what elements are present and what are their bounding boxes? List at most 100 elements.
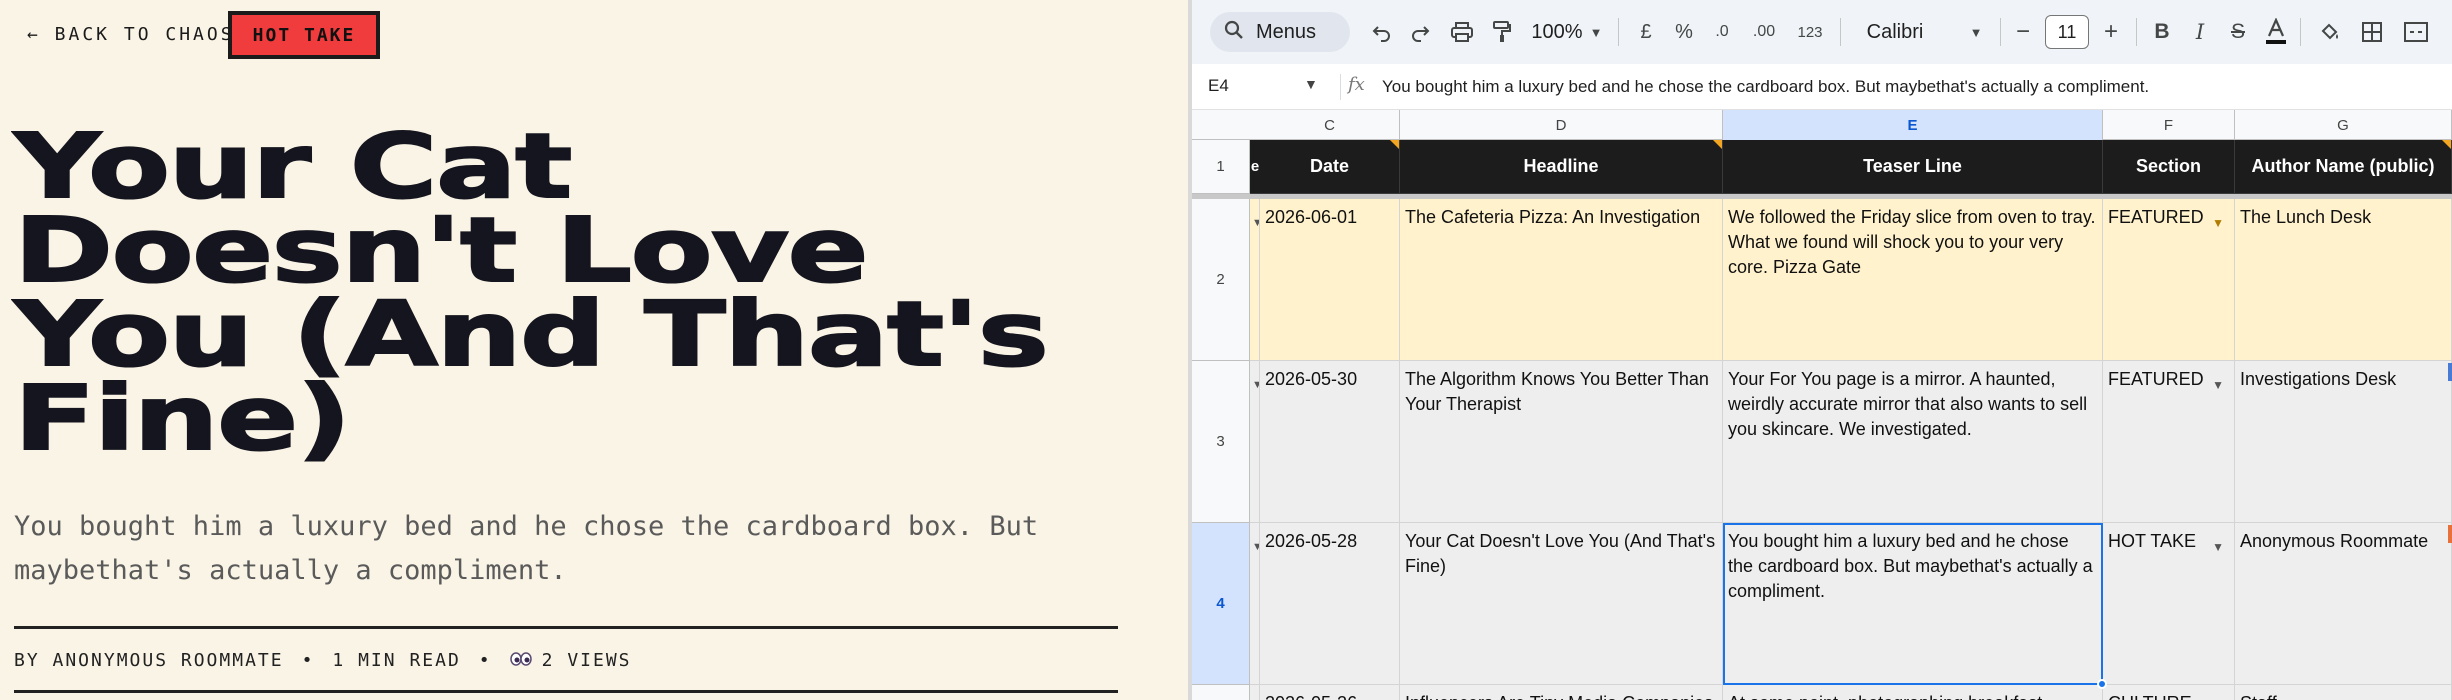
header-cell[interactable]: Teaser Line	[1723, 140, 2103, 194]
dropdown-chevron-icon[interactable]: ▼	[2212, 373, 2224, 398]
column-header-c[interactable]: C	[1260, 110, 1400, 140]
fx-icon: fx	[1348, 74, 1365, 95]
strikethrough-icon[interactable]: S	[2220, 14, 2256, 50]
section-cell[interactable]: HOT TAKE ▼	[2103, 523, 2235, 685]
row-header[interactable]: 4	[1192, 523, 1250, 685]
menus-label: Menus	[1256, 20, 1317, 43]
print-icon[interactable]	[1444, 14, 1480, 50]
byline-views: 2 VIEWS	[541, 650, 632, 671]
article-byline: BY ANONYMOUS ROOMMATE • 1 MIN READ • 2 V…	[14, 650, 632, 671]
row-header[interactable]: 3	[1192, 361, 1250, 523]
percent-format-button[interactable]: %	[1670, 14, 1698, 50]
text-color-icon[interactable]	[2258, 14, 2294, 50]
undo-icon[interactable]	[1364, 14, 1400, 50]
chevron-down-icon[interactable]: ▼	[1586, 14, 1606, 50]
author-cell[interactable]: Anonymous Roommate	[2235, 523, 2452, 685]
back-to-chaos-link[interactable]: ← BACK TO CHAOS	[27, 24, 235, 45]
note-indicator	[2442, 140, 2451, 149]
column-header-d[interactable]: D	[1400, 110, 1723, 140]
article-preview: ← BACK TO CHAOS HOT TAKE Your Cat Doesn'…	[0, 0, 1188, 700]
merge-cells-icon[interactable]	[2396, 14, 2436, 50]
author-cell[interactable]: The Lunch Desk	[2235, 199, 2452, 361]
date-cell[interactable]: 2026-05-28	[1260, 523, 1400, 685]
toolbar-separator	[2000, 18, 2001, 46]
headline-line: Your Cat	[13, 114, 574, 218]
row-header[interactable]: 2	[1192, 199, 1250, 361]
toolbar-separator	[2136, 18, 2137, 46]
headline-line: You (And That's	[13, 282, 1051, 386]
header-cell[interactable]: Date	[1260, 140, 1400, 194]
toolbar-separator	[1840, 18, 1841, 46]
currency-format-button[interactable]: £	[1632, 14, 1660, 50]
teaser-cell[interactable]: We followed the Friday slice from oven t…	[1723, 199, 2103, 361]
column-header-f[interactable]: F	[2103, 110, 2235, 140]
borders-icon[interactable]	[2354, 14, 2390, 50]
chevron-down-icon[interactable]: ▼	[1966, 14, 1986, 50]
byline-author: BY ANONYMOUS ROOMMATE	[14, 650, 284, 671]
row-header[interactable]: 1	[1192, 140, 1250, 194]
date-cell[interactable]: 2026-05-26	[1260, 685, 1400, 700]
chevron-down-icon: ▼	[1252, 535, 1259, 560]
headline-cell[interactable]: Influencers Are Tiny Media Companies	[1400, 685, 1723, 700]
table-row: ▼ 2026-05-26 Influencers Are Tiny Media …	[1250, 685, 2452, 700]
stub-cell[interactable]: ▼	[1250, 361, 1260, 523]
byline-read-time: 1 MIN READ	[332, 650, 461, 671]
fill-color-icon[interactable]	[2312, 14, 2348, 50]
menus-search[interactable]: Menus	[1210, 12, 1350, 52]
number-format-button[interactable]: 123	[1792, 14, 1828, 50]
fill-handle[interactable]	[2097, 679, 2107, 689]
date-cell[interactable]: 2026-06-01	[1260, 199, 1400, 361]
decrease-font-size-icon[interactable]: −	[2008, 14, 2038, 50]
header-cell[interactable]: Headline	[1400, 140, 1723, 194]
font-size-input[interactable]: 11	[2045, 15, 2089, 49]
decrease-decimal-button[interactable]: .0	[1704, 14, 1740, 50]
headline-line: Fine)	[13, 366, 353, 470]
column-header-e[interactable]: E	[1723, 110, 2103, 140]
paint-format-icon[interactable]	[1484, 14, 1520, 50]
byline-separator: •	[301, 650, 315, 671]
bold-icon[interactable]: B	[2144, 14, 2180, 50]
adjacent-cell-marker	[2448, 525, 2452, 543]
header-cell[interactable]: Section	[2103, 140, 2235, 194]
byline-divider-top	[14, 626, 1118, 629]
row-header[interactable]	[1192, 685, 1250, 700]
note-indicator	[1713, 140, 1722, 149]
font-family-select[interactable]: Calibri	[1852, 14, 1938, 50]
stub-cell[interactable]: ▼	[1250, 523, 1260, 685]
note-indicator	[1390, 140, 1399, 149]
teaser-cell[interactable]: Your For You page is a mirror. A haunted…	[1723, 361, 2103, 523]
teaser-cell[interactable]: At some point, photographing breakfast	[1723, 685, 2103, 700]
header-cell[interactable]: Author Name (public)	[2235, 140, 2452, 194]
headline-cell[interactable]: The Cafeteria Pizza: An Investigation	[1400, 199, 1723, 361]
stub-cell[interactable]: ▼	[1250, 685, 1260, 700]
zoom-select[interactable]: 100%	[1528, 14, 1586, 50]
table-row: ▼ 2026-05-28 Your Cat Doesn't Love You (…	[1250, 523, 2452, 685]
dropdown-chevron-icon[interactable]: ▼	[2212, 535, 2224, 560]
stub-cell[interactable]: ▼	[1250, 199, 1260, 361]
toolbar-separator	[1618, 18, 1619, 46]
teaser-cell-selected[interactable]: You bought him a luxury bed and he chose…	[1723, 523, 2103, 685]
author-cell[interactable]: Staff	[2235, 685, 2452, 700]
increase-font-size-icon[interactable]: +	[2096, 14, 2126, 50]
dropdown-chevron-icon[interactable]: ▼	[2212, 211, 2224, 236]
headline-line: Doesn't Love	[13, 198, 870, 302]
chevron-down-icon[interactable]: ▼	[1304, 76, 1318, 92]
headline-cell[interactable]: Your Cat Doesn't Love You (And That's Fi…	[1400, 523, 1723, 685]
section-cell[interactable]: FEATURED ▼	[2103, 361, 2235, 523]
column-headers: C D E F G	[1192, 110, 2452, 140]
section-cell[interactable]: FEATURED ▼	[2103, 199, 2235, 361]
formula-input[interactable]: You bought him a luxury bed and he chose…	[1382, 77, 2149, 97]
name-box[interactable]: E4	[1208, 76, 1229, 96]
header-row: e Date Headline Teaser Line Section Auth…	[1250, 140, 2452, 194]
headline-cell[interactable]: The Algorithm Knows You Better Than Your…	[1400, 361, 1723, 523]
section-cell[interactable]: CULTURE	[2103, 685, 2235, 700]
author-cell[interactable]: Investigations Desk	[2235, 361, 2452, 523]
chevron-down-icon: ▼	[1252, 373, 1259, 398]
date-cell[interactable]: 2026-05-30	[1260, 361, 1400, 523]
eyes-icon	[509, 651, 532, 670]
byline-divider-bottom	[14, 690, 1118, 693]
redo-icon[interactable]	[1402, 14, 1438, 50]
italic-icon[interactable]: I	[2182, 14, 2218, 50]
column-header-g[interactable]: G	[2235, 110, 2452, 140]
increase-decimal-button[interactable]: .00	[1744, 14, 1784, 50]
